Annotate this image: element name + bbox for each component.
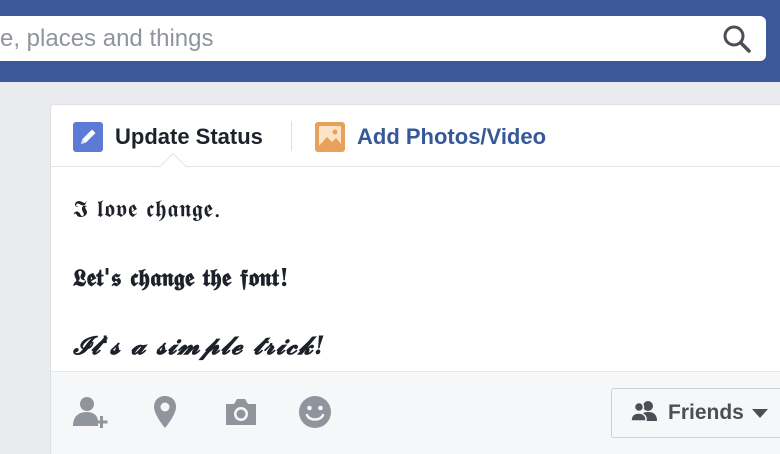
search-box	[0, 16, 766, 61]
chevron-down-icon	[751, 408, 768, 418]
emoji-icon[interactable]	[295, 392, 335, 432]
audience-selector-button[interactable]: Friends	[611, 388, 780, 438]
status-line-2: 𝕷𝖊𝖙'𝖘 𝖈𝖍𝖆𝖓𝖌𝖊 𝖙𝖍𝖊 𝖋𝖔𝖓𝖙!	[73, 263, 290, 292]
tab-add-photos-video[interactable]: Add Photos/Video	[315, 121, 546, 153]
tag-friends-icon[interactable]	[71, 392, 111, 432]
composer-tabs: Update Status Add Photos/Video	[51, 105, 780, 167]
tab-update-status-label: Update Status	[115, 124, 263, 149]
tab-update-status[interactable]: Update Status	[73, 121, 263, 153]
status-text-area[interactable]: 𝕴 𝖑𝖔𝖛𝖊 𝖈𝖍𝖆𝖓𝖌𝖊. 𝕷𝖊𝖙'𝖘 𝖈𝖍𝖆𝖓𝖌𝖊 𝖙𝖍𝖊 𝖋𝖔𝖓𝖙! 𝓘𝓽…	[73, 185, 773, 371]
status-line-3: 𝓘𝓽'𝓼 𝓪 𝓼𝓲𝓶𝓹𝓵𝓮 𝓽𝓻𝓲𝓬𝓴!	[73, 331, 326, 360]
audience-label: Friends	[668, 401, 744, 424]
tab-add-photos-video-label: Add Photos/Video	[357, 124, 547, 149]
search-input[interactable]	[0, 16, 700, 61]
friends-icon	[630, 399, 658, 428]
location-icon[interactable]	[145, 392, 185, 432]
tab-divider	[291, 121, 292, 151]
composer-footer: Friends	[51, 371, 780, 454]
pencil-icon	[73, 122, 103, 152]
camera-icon[interactable]	[221, 392, 261, 432]
top-bar	[0, 0, 780, 82]
status-line-1: 𝕴 𝖑𝖔𝖛𝖊 𝖈𝖍𝖆𝖓𝖌𝖊.	[73, 195, 222, 223]
search-icon[interactable]	[720, 22, 754, 56]
photo-icon	[315, 122, 345, 152]
status-composer-card: Update Status Add Photos/Video 𝕴 𝖑𝖔𝖛𝖊 𝖈𝖍…	[50, 104, 780, 454]
